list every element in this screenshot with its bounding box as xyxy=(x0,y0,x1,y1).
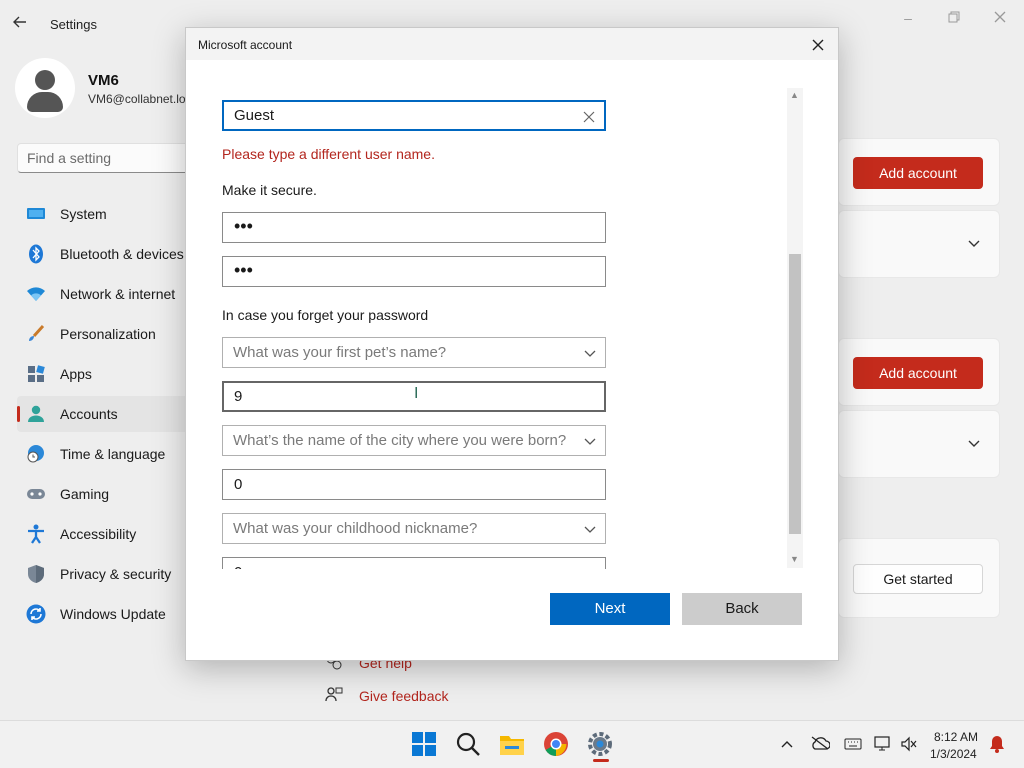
volume-muted-icon[interactable] xyxy=(900,736,918,755)
sidebar-item-privacy[interactable]: Privacy & security xyxy=(17,556,192,592)
onedrive-offline-icon[interactable] xyxy=(810,736,831,753)
sidebar-item-label: Personalization xyxy=(60,326,156,342)
avatar xyxy=(15,58,75,118)
app-title: Settings xyxy=(50,17,97,32)
sidebar-item-label: Privacy & security xyxy=(60,566,172,582)
security-question-2-select[interactable]: What’s the name of the city where you we… xyxy=(222,425,606,456)
gamepad-icon xyxy=(26,484,46,504)
minimize-icon[interactable]: – xyxy=(898,8,918,28)
bluetooth-icon xyxy=(26,244,46,264)
wifi-icon xyxy=(26,284,46,304)
scroll-up-icon[interactable]: ▲ xyxy=(790,90,799,100)
user-email: VM6@collabnet.local xyxy=(88,92,186,106)
microsoft-account-dialog: Microsoft account Guest Please type a di… xyxy=(185,27,839,661)
monitor-icon xyxy=(26,204,46,224)
text-cursor-icon: I xyxy=(414,385,419,402)
security-question-1-select[interactable]: What was your first pet’s name? xyxy=(222,337,606,368)
scrollbar-thumb[interactable] xyxy=(789,254,801,534)
back-button[interactable]: Back xyxy=(682,593,802,625)
username-value: Guest xyxy=(234,107,275,124)
confirm-password-field[interactable]: ••• xyxy=(222,256,606,287)
chevron-down-icon[interactable] xyxy=(968,236,980,251)
recovery-label: In case you forget your password xyxy=(222,307,429,323)
chevron-down-icon xyxy=(584,521,596,533)
username-field[interactable]: Guest xyxy=(222,100,606,131)
sidebar-item-system[interactable]: System xyxy=(17,196,192,232)
dialog-titlebar: Microsoft account xyxy=(186,28,838,60)
sidebar-item-label: Time & language xyxy=(60,446,166,462)
sidebar-item-label: Accessibility xyxy=(60,526,137,542)
security-answer-2-field[interactable]: 0 xyxy=(222,469,606,500)
password-field[interactable]: ••• xyxy=(222,212,606,243)
network-icon[interactable] xyxy=(874,736,892,755)
security-question-3-text: What was your childhood nickname? xyxy=(233,520,478,537)
scroll-clip: 0 xyxy=(222,557,606,569)
security-answer-1-field[interactable]: 9 I xyxy=(222,381,606,412)
sidebar-item-label: Windows Update xyxy=(60,606,166,622)
chevron-down-icon[interactable] xyxy=(968,436,980,451)
settings-gear-icon[interactable] xyxy=(587,731,615,762)
security-answer-1-value: 9 xyxy=(234,388,243,405)
user-name: VM6 xyxy=(88,72,119,89)
keyboard-icon[interactable] xyxy=(844,737,862,753)
sidebar-item-windows-update[interactable]: Windows Update xyxy=(17,596,192,632)
clock-date[interactable]: 1/3/2024 xyxy=(930,747,977,761)
security-answer-3-field[interactable]: 0 xyxy=(222,557,606,569)
sidebar-item-gaming[interactable]: Gaming xyxy=(17,476,192,512)
chevron-down-icon xyxy=(584,433,596,445)
close-window-icon[interactable] xyxy=(990,8,1010,28)
sidebar-item-label: System xyxy=(60,206,107,222)
sidebar-item-personalization[interactable]: Personalization xyxy=(17,316,192,352)
search-icon[interactable] xyxy=(455,731,483,759)
add-account-button[interactable]: Add account xyxy=(853,357,983,389)
add-account-button[interactable]: Add account xyxy=(853,157,983,189)
clock-time[interactable]: 8:12 AM xyxy=(934,730,978,744)
file-explorer-icon[interactable] xyxy=(499,731,527,759)
sidebar-item-label: Bluetooth & devices xyxy=(60,246,184,262)
security-question-1-text: What was your first pet’s name? xyxy=(233,344,447,361)
update-icon xyxy=(26,604,46,624)
sidebar-item-accounts[interactable]: Accounts xyxy=(17,396,192,432)
person-icon xyxy=(26,404,46,424)
brush-icon xyxy=(26,324,46,344)
active-indicator xyxy=(593,759,609,762)
scroll-down-icon[interactable]: ▼ xyxy=(790,554,799,564)
taskbar: 8:12 AM 1/3/2024 xyxy=(0,720,1024,768)
search-input[interactable]: Find a setting xyxy=(17,143,192,173)
sidebar-item-bluetooth[interactable]: Bluetooth & devices xyxy=(17,236,192,272)
close-icon[interactable] xyxy=(812,34,824,56)
next-button[interactable]: Next xyxy=(550,593,670,625)
sidebar-nav: System Bluetooth & devices Network & int… xyxy=(17,196,192,636)
get-started-button[interactable]: Get started xyxy=(853,564,983,594)
accessibility-icon xyxy=(26,524,46,544)
feedback-icon xyxy=(325,686,343,704)
sidebar-item-label: Accounts xyxy=(60,406,118,422)
notification-bell-icon[interactable] xyxy=(989,735,1005,756)
chevron-down-icon xyxy=(584,345,596,357)
apps-icon xyxy=(26,364,46,384)
chevron-up-icon[interactable] xyxy=(781,735,793,751)
sidebar-item-label: Apps xyxy=(60,366,92,382)
windows-start-icon[interactable] xyxy=(411,731,439,759)
scrollbar[interactable]: ▲ ▼ xyxy=(787,88,803,568)
sidebar-item-label: Network & internet xyxy=(60,286,176,302)
shield-icon xyxy=(26,564,46,584)
dialog-title: Microsoft account xyxy=(198,38,293,52)
chrome-icon[interactable] xyxy=(543,731,571,759)
secure-label: Make it secure. xyxy=(222,182,317,198)
security-question-2-text: What’s the name of the city where you we… xyxy=(233,432,567,449)
sidebar-item-time-language[interactable]: Time & language xyxy=(17,436,192,472)
clear-icon[interactable] xyxy=(583,106,595,128)
globe-clock-icon xyxy=(26,444,46,464)
error-message: Please type a different user name. xyxy=(222,146,435,162)
sidebar-item-network[interactable]: Network & internet xyxy=(17,276,192,312)
security-question-3-select[interactable]: What was your childhood nickname? xyxy=(222,513,606,544)
sidebar-item-accessibility[interactable]: Accessibility xyxy=(17,516,192,552)
sidebar-item-label: Gaming xyxy=(60,486,110,502)
maximize-icon[interactable] xyxy=(944,8,964,28)
give-feedback-link[interactable]: Give feedback xyxy=(359,688,449,704)
back-arrow-icon[interactable] xyxy=(12,14,36,34)
sidebar-item-apps[interactable]: Apps xyxy=(17,356,192,392)
